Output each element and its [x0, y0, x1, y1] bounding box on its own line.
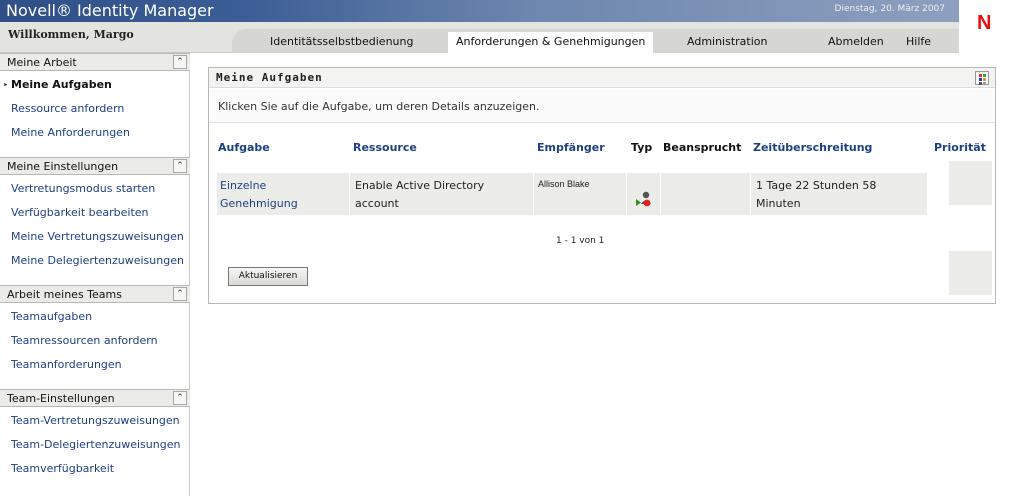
type-cell — [627, 173, 661, 215]
sidebar-item-edit-availability[interactable]: Verfügbarkeit bearbeiten — [11, 206, 149, 219]
panel-title: Meine Aufgaben — [216, 71, 323, 84]
section-my-work: Meine Arbeit ⌃ — [0, 53, 190, 71]
navigation-bar: Willkommen, Margo Identitätsselbstbedien… — [0, 22, 959, 53]
sidebar-item-my-delegate-assignments[interactable]: Meine Delegiertenzuweisungen — [11, 254, 184, 267]
resource-line2: account — [355, 197, 399, 210]
section-title: Meine Einstellungen — [7, 160, 119, 173]
claimed-cell — [661, 173, 751, 215]
resource-cell: Enable Active Directory account — [350, 173, 534, 215]
title-banner: Novell® Identity Manager Dienstag, 20. M… — [0, 0, 959, 22]
novell-logo: N — [959, 0, 1019, 53]
task-link-line1[interactable]: Einzelne — [220, 177, 266, 194]
column-settings-icon[interactable] — [975, 71, 989, 85]
column-header-priority[interactable]: Priorität — [934, 141, 986, 154]
app-title: Novell® Identity Manager — [6, 1, 214, 20]
resource-line1: Enable Active Directory — [355, 179, 485, 192]
recipient-name: Allison Blake — [538, 179, 590, 189]
double-chevron-up-icon[interactable]: ⌃ — [173, 391, 187, 405]
tab-administration[interactable]: Administration — [687, 35, 768, 48]
tab-logout[interactable]: Abmelden — [828, 35, 884, 48]
timeout-cell: 1 Tage 22 Stunden 58 Minuten — [751, 173, 927, 215]
sidebar-item-team-request-resources[interactable]: Teamressourcen anfordern — [11, 334, 158, 347]
task-cell[interactable]: Einzelne Genehmigung — [217, 173, 350, 215]
sidebar: Meine Arbeit ⌃ ‣ Meine Aufgaben Ressourc… — [0, 53, 190, 496]
novell-logo-letter: N — [977, 12, 992, 34]
column-header-task[interactable]: Aufgabe — [218, 141, 270, 154]
bullet-icon: ‣ — [3, 81, 9, 91]
my-tasks-panel: Meine Aufgaben Klicken Sie auf die Aufga… — [208, 67, 996, 304]
double-chevron-up-icon[interactable]: ⌃ — [173, 159, 187, 173]
priority-footer-cell — [949, 251, 992, 295]
pagination-text: 1 - 1 von 1 — [556, 236, 605, 246]
refresh-button[interactable]: Aktualisieren — [228, 267, 308, 286]
column-header-type: Typ — [631, 141, 653, 154]
section-title: Team-Einstellungen — [7, 392, 115, 405]
sidebar-item-my-requests[interactable]: Meine Anforderungen — [11, 126, 130, 139]
tab-identity-self-service[interactable]: Identitätsselbstbedienung — [270, 35, 413, 48]
column-header-resource[interactable]: Ressource — [353, 141, 417, 154]
welcome-text: Willkommen, Margo — [8, 28, 134, 41]
sidebar-item-team-requests[interactable]: Teamanforderungen — [11, 358, 122, 371]
sidebar-item-team-proxy-assignments[interactable]: Team-Vertretungszuweisungen — [11, 414, 180, 427]
timeout-line1: 1 Tage 22 Stunden 58 — [756, 179, 877, 192]
column-header-claimed: Beansprucht — [663, 141, 742, 154]
sidebar-item-team-availability[interactable]: Teamverfügbarkeit — [11, 462, 114, 475]
section-my-settings: Meine Einstellungen ⌃ — [0, 157, 190, 175]
double-chevron-up-icon[interactable]: ⌃ — [173, 55, 187, 69]
task-link-line2[interactable]: Genehmigung — [220, 195, 298, 212]
header-tabs: Identitätsselbstbedienung Anforderungen … — [232, 29, 959, 53]
approval-user-icon — [636, 191, 651, 207]
section-team-work: Arbeit meines Teams ⌃ — [0, 285, 190, 303]
current-date: Dienstag, 20. März 2007 — [834, 4, 945, 14]
panel-header: Meine Aufgaben — [209, 68, 995, 88]
column-header-timeout[interactable]: Zeitüberschreitung — [753, 141, 872, 154]
section-team-settings: Team-Einstellungen ⌃ — [0, 389, 190, 407]
double-chevron-up-icon[interactable]: ⌃ — [173, 287, 187, 301]
tab-requests-approvals[interactable]: Anforderungen & Genehmigungen — [448, 32, 654, 53]
table-row[interactable]: Einzelne Genehmigung Enable Active Direc… — [217, 173, 927, 215]
sidebar-item-team-tasks[interactable]: Teamaufgaben — [11, 310, 92, 323]
timeout-line2: Minuten — [756, 197, 801, 210]
sidebar-item-team-delegate-assignments[interactable]: Team-Delegiertenzuweisungen — [11, 438, 180, 451]
info-text: Klicken Sie auf die Aufgabe, um deren De… — [218, 100, 540, 113]
section-title: Arbeit meines Teams — [7, 288, 122, 301]
sidebar-item-start-proxy-mode[interactable]: Vertretungsmodus starten — [11, 182, 155, 195]
sidebar-item-request-resource[interactable]: Ressource anfordern — [11, 102, 124, 115]
column-header-recipient[interactable]: Empfänger — [537, 141, 605, 154]
tab-help[interactable]: Hilfe — [906, 35, 931, 48]
sidebar-item-my-proxy-assignments[interactable]: Meine Vertretungszuweisungen — [11, 230, 184, 243]
info-bar: Klicken Sie auf die Aufgabe, um deren De… — [209, 89, 995, 123]
recipient-cell: Allison Blake — [534, 173, 627, 215]
priority-cell — [949, 161, 992, 205]
sidebar-item-my-tasks[interactable]: Meine Aufgaben — [11, 78, 112, 91]
section-title: Meine Arbeit — [7, 56, 77, 69]
